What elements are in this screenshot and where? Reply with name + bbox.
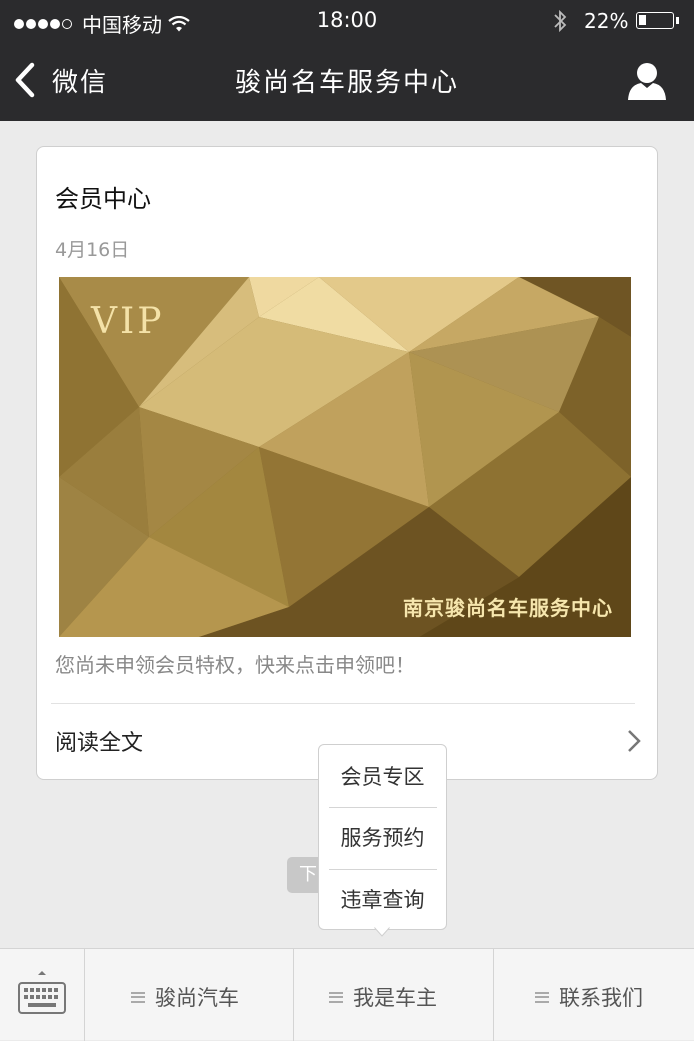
divider	[51, 703, 635, 704]
vip-text: VIP	[91, 301, 165, 342]
menu-lines-icon	[535, 991, 549, 1003]
read-more-label: 阅读全文	[55, 731, 144, 756]
profile-icon[interactable]	[624, 58, 670, 104]
article-card[interactable]: 会员中心 4月16日 VIP 南京骏尚名车服务中心 您尚未申领会员特权，快来点击…	[36, 146, 658, 780]
menu-item-label: 骏尚汽车	[131, 982, 239, 1012]
battery-level	[639, 15, 646, 25]
popup-item-violation-query[interactable]: 违章查询	[327, 870, 438, 931]
card-description: 您尚未申领会员特权，快来点击申领吧！	[55, 653, 415, 677]
top-bar: 中国移动 18:00 22% 微信 骏尚名车服务中心	[0, 0, 694, 121]
bottom-menu: 骏尚汽车 我是车主 联系我们	[0, 948, 694, 1041]
chevron-right-icon	[628, 730, 641, 752]
battery-nub	[676, 17, 679, 24]
menu-lines-icon	[329, 991, 343, 1003]
menu-item-text: 我是车主	[353, 986, 437, 1010]
nav-bar: 微信 骏尚名车服务中心	[0, 42, 694, 121]
card-date: 4月16日	[55, 239, 130, 261]
battery-percent: 22%	[584, 9, 629, 33]
card-title: 会员中心	[55, 185, 151, 213]
battery-icon	[636, 12, 674, 29]
status-bar: 中国移动 18:00 22%	[0, 0, 694, 42]
menu-item-label: 联系我们	[535, 982, 643, 1012]
keyboard-icon	[18, 971, 66, 1014]
popup-item-member-zone[interactable]: 会员专区	[327, 747, 438, 808]
menu-item-junshang-auto[interactable]: 骏尚汽车	[84, 949, 293, 1041]
bluetooth-icon	[554, 9, 567, 33]
popup-item-service-booking[interactable]: 服务预约	[327, 808, 438, 869]
menu-item-car-owner[interactable]: 我是车主	[293, 949, 493, 1041]
page-title: 骏尚名车服务中心	[234, 68, 459, 98]
menu-item-contact-us[interactable]: 联系我们	[493, 949, 694, 1041]
menu-lines-icon	[131, 991, 145, 1003]
keyboard-toggle-button[interactable]	[0, 949, 84, 1041]
vip-card-image: VIP 南京骏尚名车服务中心	[59, 277, 631, 637]
menu-item-label: 我是车主	[329, 982, 437, 1012]
image-caption: 南京骏尚名车服务中心	[403, 596, 613, 620]
submenu-popup: 会员专区 服务预约 违章查询	[318, 744, 447, 930]
menu-item-text: 联系我们	[559, 986, 643, 1010]
popup-arrow	[374, 927, 390, 937]
menu-item-text: 骏尚汽车	[155, 986, 239, 1010]
